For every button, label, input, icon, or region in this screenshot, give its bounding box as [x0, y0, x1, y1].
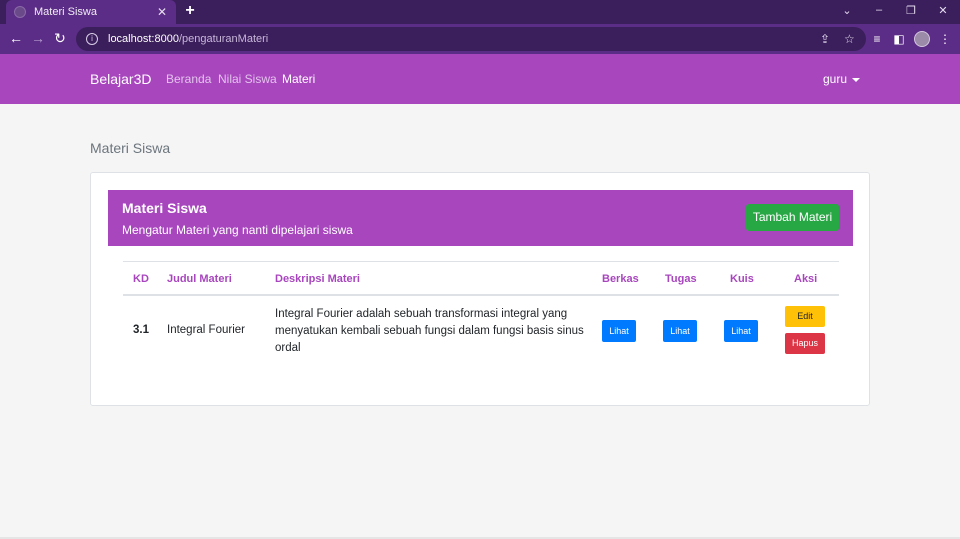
- forward-icon[interactable]: →: [30, 30, 46, 46]
- nav-link-materi[interactable]: Materi: [282, 72, 315, 86]
- table-row: 3.1 Integral Fourier Integral Fourier ad…: [123, 296, 839, 366]
- browser-toolbar: ← → ↻ i localhost:8000 /pengaturanMateri…: [0, 24, 960, 54]
- desc-line: ordal: [275, 342, 301, 354]
- header-deskripsi: Deskripsi Materi: [275, 273, 360, 285]
- nav-link-beranda[interactable]: Beranda: [166, 72, 211, 86]
- url-path: /pengaturanMateri: [178, 33, 269, 45]
- header-kuis: Kuis: [730, 273, 754, 285]
- berkas-lihat-button[interactable]: Lihat: [602, 320, 636, 342]
- new-tab-icon[interactable]: +: [182, 2, 198, 20]
- table-header: KD Judul Materi Deskripsi Materi Berkas …: [123, 261, 839, 296]
- url-host: localhost:8000: [108, 33, 179, 45]
- tab-search-icon[interactable]: ⌄: [840, 4, 854, 17]
- minimize-icon[interactable]: –: [872, 4, 886, 16]
- cell-judul: Integral Fourier: [167, 324, 245, 336]
- reload-icon[interactable]: ↻: [52, 30, 68, 47]
- cell-kd: 3.1: [133, 324, 149, 336]
- nav-link-nilai-siswa[interactable]: Nilai Siswa: [218, 72, 277, 86]
- header-berkas: Berkas: [602, 273, 639, 285]
- banner-title: Materi Siswa: [122, 200, 207, 216]
- site-navbar: Belajar3D Beranda Nilai Siswa Materi gur…: [0, 54, 960, 104]
- caret-down-icon: [852, 77, 861, 82]
- share-icon[interactable]: ⇪: [820, 32, 830, 46]
- header-kd: KD: [133, 273, 149, 285]
- bookmark-star-icon[interactable]: ☆: [844, 32, 855, 46]
- page-title: Materi Siswa: [90, 140, 171, 156]
- tugas-lihat-button[interactable]: Lihat: [663, 320, 697, 342]
- browser-tab-strip: Materi Siswa ✕ + ⌄ – ❐ ✕: [0, 0, 960, 24]
- tab-title: Materi Siswa: [34, 6, 97, 18]
- window-close-icon[interactable]: ✕: [936, 4, 950, 17]
- card-header-banner: Materi Siswa Mengatur Materi yang nanti …: [108, 190, 853, 246]
- browser-tab[interactable]: Materi Siswa ✕: [6, 0, 176, 24]
- user-dropdown[interactable]: guru: [823, 72, 861, 86]
- reading-list-icon[interactable]: ≡: [870, 32, 884, 46]
- side-panel-icon[interactable]: ◧: [892, 32, 906, 46]
- header-tugas: Tugas: [665, 273, 697, 285]
- edit-button[interactable]: Edit: [785, 306, 825, 327]
- header-aksi: Aksi: [794, 273, 818, 285]
- cell-deskripsi: Integral Fourier adalah sebuah transform…: [275, 306, 585, 357]
- kuis-lihat-button[interactable]: Lihat: [724, 320, 758, 342]
- tab-close-icon[interactable]: ✕: [156, 5, 168, 19]
- desc-line: Integral Fourier adalah sebuah transform…: [275, 308, 568, 320]
- banner-subtitle: Mengatur Materi yang nanti dipelajari si…: [122, 223, 353, 237]
- user-name: guru: [823, 72, 848, 86]
- back-icon[interactable]: ←: [8, 30, 24, 46]
- restore-icon[interactable]: ❐: [904, 4, 918, 17]
- header-judul: Judul Materi: [167, 273, 232, 285]
- menu-kebab-icon[interactable]: ⋮: [938, 32, 952, 46]
- globe-icon: [14, 6, 26, 18]
- brand-logo[interactable]: Belajar3D: [90, 71, 151, 87]
- materi-card: Materi Siswa Mengatur Materi yang nanti …: [90, 172, 870, 406]
- add-materi-button[interactable]: Tambah Materi: [746, 204, 839, 231]
- desc-line: menyatukan kembali sebuah fungsi dalam f…: [275, 325, 584, 337]
- profile-avatar[interactable]: [914, 31, 930, 47]
- hapus-button[interactable]: Hapus: [785, 333, 825, 354]
- site-info-icon[interactable]: i: [86, 33, 98, 45]
- address-bar[interactable]: i localhost:8000 /pengaturanMateri ⇪ ☆: [76, 27, 866, 51]
